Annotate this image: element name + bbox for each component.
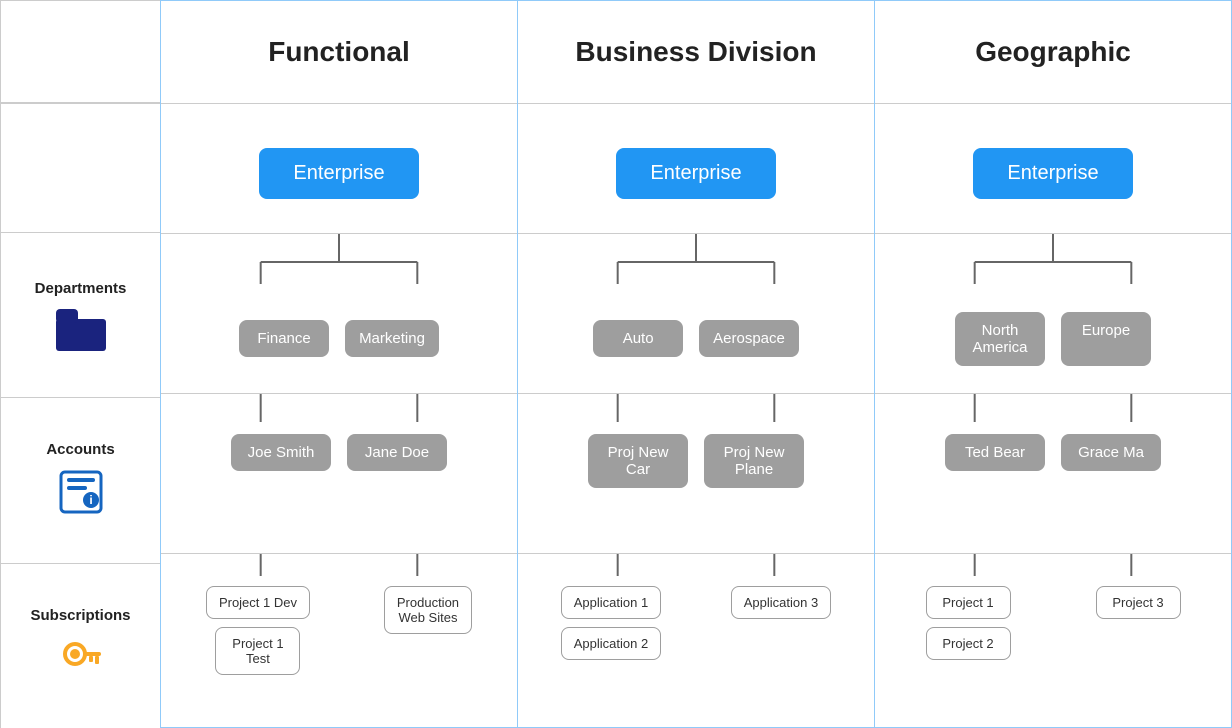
functional-sub-p1test: Project 1Test	[215, 627, 300, 675]
business-enterprise-row: Enterprise	[518, 104, 874, 234]
functional-account-janedoe: Jane Doe	[347, 434, 447, 471]
business-sub-app1: Application 1	[561, 586, 661, 619]
business-account-projnewcar: Proj NewCar	[588, 434, 688, 488]
functional-dept-finance: Finance	[239, 320, 329, 357]
geographic-enterprise-row: Enterprise	[875, 104, 1231, 234]
geographic-title: Geographic	[975, 36, 1131, 68]
geographic-account-gracema: Grace Ma	[1061, 434, 1161, 471]
subscriptions-label-cell: Subscriptions	[0, 564, 160, 728]
functional-accounts-row: Joe Smith Jane Doe	[161, 394, 517, 554]
folder-icon	[56, 309, 106, 351]
svg-text:i: i	[89, 493, 92, 507]
geographic-sub-proj3: Project 3	[1096, 586, 1181, 619]
geographic-accounts-row: Ted Bear Grace Ma	[875, 394, 1231, 554]
functional-dept-row: Finance Marketing	[161, 234, 517, 394]
functional-header: Functional	[161, 1, 517, 104]
geographic-dept-northamerica: NorthAmerica	[955, 312, 1045, 366]
key-icon	[59, 636, 103, 685]
column-business: Business Division Enterprise Auto Aerosp…	[518, 0, 874, 728]
geographic-header: Geographic	[875, 1, 1231, 104]
business-dept-connectors	[518, 234, 874, 393]
functional-enterprise-row: Enterprise	[161, 104, 517, 234]
business-account-projnewplane: Proj NewPlane	[704, 434, 804, 488]
column-functional: Functional Enterprise	[160, 0, 518, 728]
main-container: Departments Accounts i	[0, 0, 1232, 728]
columns-wrapper: Functional Enterprise	[160, 0, 1232, 728]
business-enterprise-node: Enterprise	[616, 148, 776, 199]
business-accounts-row: Proj NewCar Proj NewPlane	[518, 394, 874, 554]
business-dept-row: Auto Aerospace	[518, 234, 874, 394]
departments-label: Departments	[35, 280, 127, 297]
labels-column: Departments Accounts i	[0, 0, 160, 728]
column-geographic: Geographic Enterprise NorthAmerica Europ…	[874, 0, 1232, 728]
accounts-label-cell: Accounts i	[0, 398, 160, 563]
business-dept-aerospace: Aerospace	[699, 320, 799, 357]
header-spacer	[0, 0, 160, 103]
functional-sub-prodweb: ProductionWeb Sites	[384, 586, 472, 634]
geographic-sub-proj1: Project 1	[926, 586, 1011, 619]
subscriptions-label: Subscriptions	[30, 607, 130, 624]
geographic-sub-proj2: Project 2	[926, 627, 1011, 660]
functional-account-joesmith: Joe Smith	[231, 434, 331, 471]
business-dept-auto: Auto	[593, 320, 683, 357]
business-subs-row: Application 1 Application 2 Application …	[518, 554, 874, 727]
geographic-enterprise-node: Enterprise	[973, 148, 1133, 199]
geographic-dept-row: NorthAmerica Europe	[875, 234, 1231, 394]
functional-enterprise-node: Enterprise	[259, 148, 419, 199]
geographic-accounts-connectors	[875, 394, 1231, 553]
functional-accounts-connectors	[161, 394, 517, 553]
business-title: Business Division	[575, 36, 816, 68]
accounts-label: Accounts	[46, 441, 114, 458]
functional-subs-row: Project 1 Dev Project 1Test ProductionWe…	[161, 554, 517, 727]
geographic-subs-row: Project 1 Project 2 Project 3	[875, 554, 1231, 727]
business-sub-app2: Application 2	[561, 627, 661, 660]
functional-dept-marketing: Marketing	[345, 320, 439, 357]
geographic-dept-europe: Europe	[1061, 312, 1151, 366]
departments-label-cell: Departments	[0, 233, 160, 398]
account-icon: i	[59, 470, 103, 519]
functional-title: Functional	[268, 36, 410, 68]
business-header: Business Division	[518, 1, 874, 104]
business-sub-app3: Application 3	[731, 586, 831, 619]
functional-dept-connectors	[161, 234, 517, 393]
geographic-account-tedbear: Ted Bear	[945, 434, 1045, 471]
functional-sub-p1dev: Project 1 Dev	[206, 586, 310, 619]
enterprise-spacer	[0, 103, 160, 233]
